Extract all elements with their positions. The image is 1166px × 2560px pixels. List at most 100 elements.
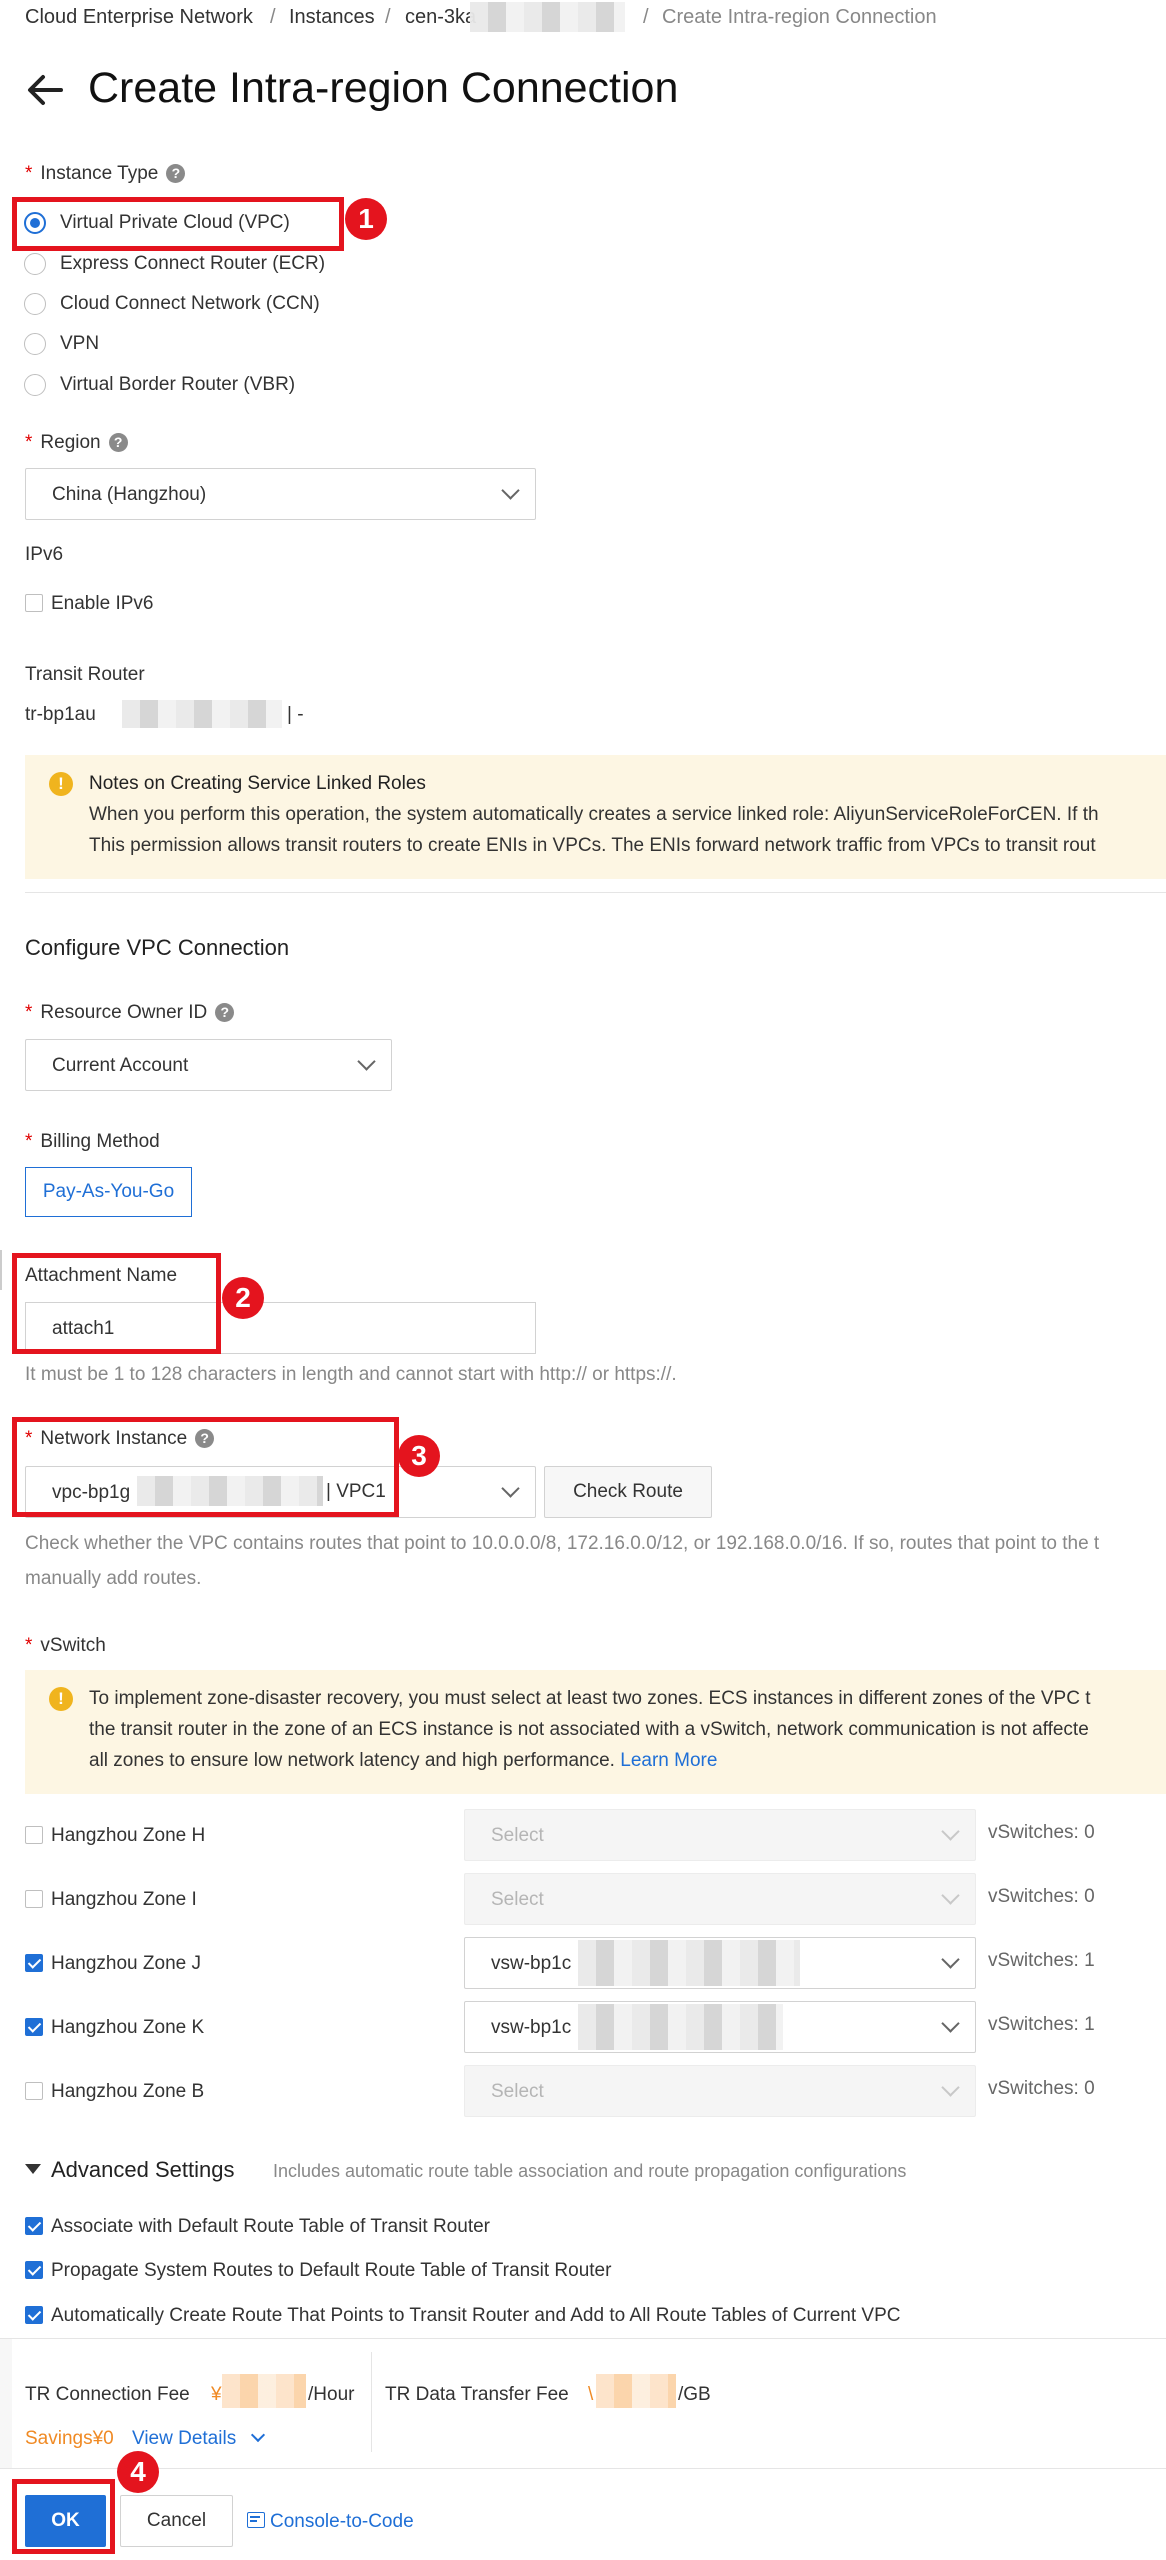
zone-vswitch-count: vSwitches: 0 — [988, 1822, 1095, 1843]
zone-vswitch-count: vSwitches: 1 — [988, 1950, 1095, 1971]
breadcrumb-separator: / — [643, 6, 649, 28]
annotation-badge-4: 4 — [117, 2451, 159, 2493]
resource-owner-value: Current Account — [52, 1055, 189, 1076]
transit-router-suffix: | - — [287, 704, 304, 725]
instance-type-label: * Instance Type? — [25, 163, 186, 185]
collapse-handle[interactable] — [0, 1250, 4, 1290]
view-details-link[interactable]: View Details — [132, 2428, 236, 2450]
redacted-vswitch-id — [578, 1940, 800, 1986]
zone-select-value: Select — [491, 1825, 544, 1846]
notice-line: When you perform this operation, the sys… — [89, 804, 1099, 825]
breadcrumb-item-cen[interactable]: Cloud Enterprise Network — [25, 6, 253, 29]
notice-line: This permission allows transit routers t… — [89, 835, 1096, 856]
region-select[interactable]: China (Hangzhou) — [25, 468, 536, 520]
tr-connection-fee-label: TR Connection Fee — [25, 2384, 190, 2405]
tr-data-transfer-fee-label: TR Data Transfer Fee — [385, 2384, 569, 2405]
redacted-fee — [222, 2374, 306, 2408]
tr-connection-fee-unit: /Hour — [308, 2384, 355, 2405]
back-arrow-icon[interactable] — [25, 70, 65, 110]
chevron-down-icon — [357, 1052, 376, 1071]
service-role-notice: ! Notes on Creating Service Linked Roles… — [25, 755, 1166, 879]
zone-label[interactable]: Hangzhou Zone I — [51, 1889, 197, 1911]
auto-create-route-label[interactable]: Automatically Create Route That Points t… — [51, 2305, 900, 2327]
side-gutter — [0, 2339, 12, 2469]
billing-pay-as-you-go[interactable]: Pay-As-You-Go — [25, 1167, 192, 1217]
zone-vswitch-count: vSwitches: 1 — [988, 2014, 1095, 2035]
associate-route-table-checkbox[interactable] — [25, 2217, 43, 2235]
redacted-vswitch-id — [578, 2004, 783, 2050]
redacted-fee — [596, 2374, 676, 2408]
zone-checkbox[interactable] — [25, 2018, 43, 2036]
enable-ipv6-label[interactable]: Enable IPv6 — [51, 593, 153, 615]
advanced-settings-toggle[interactable]: Advanced Settings — [51, 2157, 234, 2183]
radio-ccn[interactable] — [24, 293, 46, 315]
help-icon[interactable]: ? — [108, 433, 128, 452]
zone-vswitch-select[interactable]: Select — [464, 2065, 976, 2117]
auto-create-route-checkbox[interactable] — [25, 2306, 43, 2324]
radio-vbr[interactable] — [24, 374, 46, 396]
radio-vpn[interactable] — [24, 333, 46, 355]
warning-icon: ! — [49, 1687, 73, 1711]
radio-vbr-label[interactable]: Virtual Border Router (VBR) — [60, 374, 295, 396]
console-to-code-link[interactable]: Console-to-Code — [270, 2511, 414, 2533]
radio-vpn-label[interactable]: VPN — [60, 333, 99, 355]
code-icon — [247, 2512, 265, 2528]
divider — [0, 2338, 1166, 2339]
caret-down-icon[interactable] — [25, 2164, 41, 2174]
zone-vswitch-count: vSwitches: 0 — [988, 1886, 1095, 1907]
tr-data-fee-currency: \ — [588, 2384, 594, 2405]
breadcrumb-item-instance-id[interactable]: cen-3ka — [405, 6, 476, 29]
radio-ecr-label[interactable]: Express Connect Router (ECR) — [60, 253, 325, 275]
vswitch-notice: ! To implement zone-disaster recovery, y… — [25, 1670, 1166, 1794]
chevron-down-icon — [941, 2078, 960, 2097]
chevron-down-icon — [501, 1479, 520, 1498]
cancel-button[interactable]: Cancel — [120, 2495, 233, 2547]
zone-label[interactable]: Hangzhou Zone K — [51, 2017, 204, 2039]
chevron-down-icon — [941, 2014, 960, 2033]
network-instance-hint: manually add routes. — [25, 1568, 202, 1589]
transit-router-label: Transit Router — [25, 664, 145, 685]
divider — [25, 892, 1166, 893]
annotation-badge-1: 1 — [345, 198, 387, 240]
learn-more-link[interactable]: Learn More — [620, 1750, 717, 1771]
help-icon[interactable]: ? — [215, 1003, 235, 1022]
zone-checkbox[interactable] — [25, 1954, 43, 1972]
zone-label[interactable]: Hangzhou Zone B — [51, 2081, 204, 2103]
attachment-name-hint: It must be 1 to 128 characters in length… — [25, 1364, 677, 1385]
zone-vswitch-count: vSwitches: 0 — [988, 2078, 1095, 2099]
check-route-button[interactable]: Check Route — [544, 1466, 712, 1518]
notice-title: Notes on Creating Service Linked Roles — [89, 773, 426, 794]
zone-label[interactable]: Hangzhou Zone H — [51, 1825, 205, 1847]
chevron-down-icon — [501, 481, 520, 500]
propagate-routes-checkbox[interactable] — [25, 2261, 43, 2279]
chevron-down-icon — [250, 2427, 266, 2443]
divider — [0, 2468, 1166, 2469]
annotation-box-1 — [12, 197, 344, 251]
propagate-routes-label[interactable]: Propagate System Routes to Default Route… — [51, 2260, 611, 2282]
enable-ipv6-checkbox[interactable] — [25, 594, 43, 612]
ipv6-label: IPv6 — [25, 544, 64, 565]
zone-checkbox[interactable] — [25, 2082, 43, 2100]
zone-vswitch-select[interactable]: Select — [464, 1873, 976, 1925]
radio-ecr[interactable] — [24, 253, 46, 275]
annotation-box-2 — [12, 1253, 221, 1354]
notice-line: To implement zone-disaster recovery, you… — [89, 1688, 1091, 1709]
zone-select-value: Select — [491, 1889, 544, 1910]
breadcrumb-current: Create Intra-region Connection — [662, 6, 937, 28]
breadcrumb-item-instances[interactable]: Instances — [289, 6, 375, 29]
zone-vswitch-select[interactable]: Select — [464, 1809, 976, 1861]
transit-router-id: tr-bp1au — [25, 704, 96, 725]
resource-owner-select[interactable]: Current Account — [25, 1039, 392, 1091]
radio-ccn-label[interactable]: Cloud Connect Network (CCN) — [60, 293, 320, 315]
divider — [371, 2352, 372, 2452]
breadcrumb-separator: / — [385, 6, 391, 28]
region-select-value: China (Hangzhou) — [52, 484, 207, 505]
associate-route-table-label[interactable]: Associate with Default Route Table of Tr… — [51, 2216, 490, 2238]
warning-icon: ! — [49, 772, 73, 796]
annotation-badge-3: 3 — [398, 1435, 440, 1477]
zone-label[interactable]: Hangzhou Zone J — [51, 1953, 201, 1975]
zone-checkbox[interactable] — [25, 1826, 43, 1844]
chevron-down-icon — [941, 1950, 960, 1969]
zone-checkbox[interactable] — [25, 1890, 43, 1908]
help-icon[interactable]: ? — [166, 164, 186, 183]
